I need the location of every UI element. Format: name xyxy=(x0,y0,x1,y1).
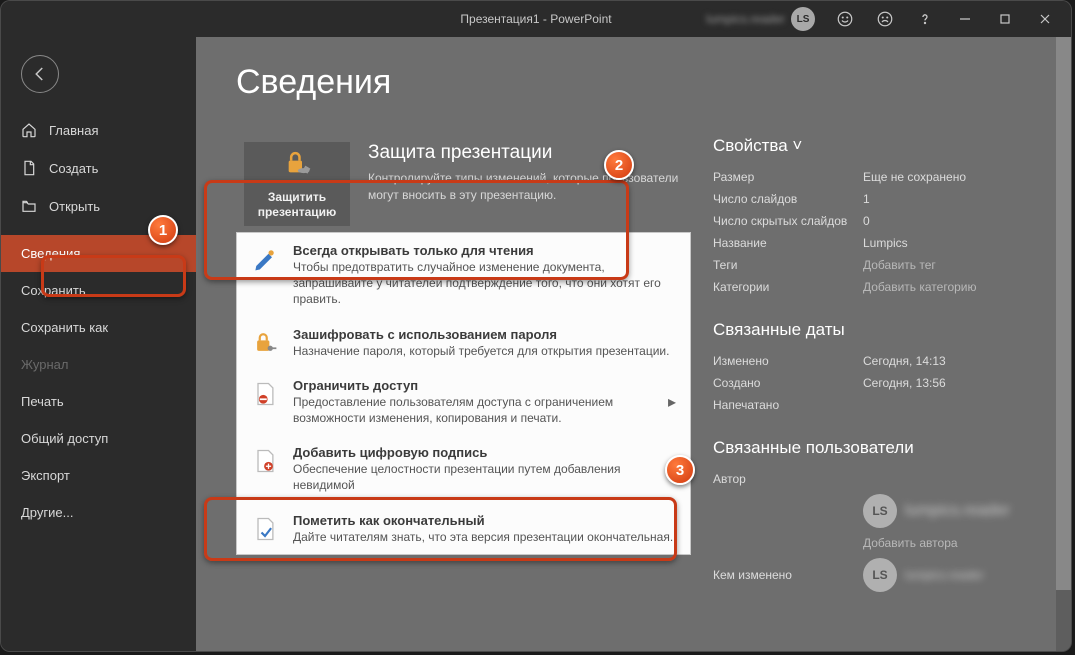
author-avatar: LS xyxy=(863,558,897,592)
prop-categories[interactable]: КатегорииДобавить категорию xyxy=(713,276,1031,298)
maximize-icon[interactable] xyxy=(985,1,1025,37)
scrollbar[interactable] xyxy=(1056,37,1071,651)
protect-button-label: Защитить презентацию xyxy=(244,190,350,219)
chevron-right-icon: ▸ xyxy=(668,392,676,412)
close-icon[interactable] xyxy=(1025,1,1065,37)
nav-history: Журнал xyxy=(1,346,196,383)
frown-icon[interactable] xyxy=(865,1,905,37)
nav-share[interactable]: Общий доступ xyxy=(1,420,196,457)
menu-title: Пометить как окончательный xyxy=(293,513,676,528)
author-name: lumpics.reader xyxy=(905,502,1010,520)
nav-new[interactable]: Создать xyxy=(1,149,196,187)
prop-size: РазмерЕще не сохранено xyxy=(713,166,1031,188)
file-icon xyxy=(21,160,37,176)
nav-label: Открыть xyxy=(49,199,100,214)
mark-final-icon xyxy=(249,513,281,545)
user-avatar[interactable]: LS xyxy=(791,7,815,31)
menu-mark-as-final[interactable]: Пометить как окончательныйДайте читателя… xyxy=(237,503,690,554)
title-bar: Презентация1 - PowerPoint lumpics.reader… xyxy=(1,1,1071,37)
minimize-icon[interactable] xyxy=(945,1,985,37)
nav-label: Сохранить xyxy=(21,283,86,298)
menu-title: Зашифровать с использованием пароля xyxy=(293,327,676,342)
page-title: Сведения xyxy=(236,63,1031,102)
backstage-sidebar: Главная Создать Открыть Сведения Сохрани… xyxy=(1,37,196,651)
prop-hidden-slides: Число скрытых слайдов0 xyxy=(713,210,1031,232)
signature-icon xyxy=(249,445,281,477)
prop-modified: ИзмененоСегодня, 14:13 xyxy=(713,350,1031,372)
author-avatar: LS xyxy=(863,494,897,528)
protect-menu: Всегда открывать только для чтенияЧтобы … xyxy=(236,232,691,555)
nav-label: Создать xyxy=(49,161,98,176)
user-name: lumpics.reader xyxy=(706,12,785,26)
nav-print[interactable]: Печать xyxy=(1,383,196,420)
menu-title: Всегда открывать только для чтения xyxy=(293,243,676,258)
folder-open-icon xyxy=(21,198,37,214)
protect-tile: Защитить презентацию Защита презентации … xyxy=(236,132,691,236)
properties-heading[interactable]: Свойства ˅ xyxy=(713,136,1031,156)
add-author[interactable]: Добавить автора xyxy=(713,532,1031,554)
nav-home[interactable]: Главная xyxy=(1,111,196,149)
nav-more[interactable]: Другие... xyxy=(1,494,196,531)
lock-icon xyxy=(280,149,314,184)
nav-label: Печать xyxy=(21,394,64,409)
people-heading: Связанные пользователи xyxy=(713,438,1031,458)
dates-heading: Связанные даты xyxy=(713,320,1031,340)
menu-desc: Назначение пароля, который требуется для… xyxy=(293,343,676,359)
nav-label: Сведения xyxy=(21,246,80,261)
prop-printed: Напечатано xyxy=(713,394,1031,416)
help-icon[interactable] xyxy=(905,1,945,37)
smile-icon[interactable] xyxy=(825,1,865,37)
author-name: lumpics.reader xyxy=(905,568,984,582)
restrict-icon xyxy=(249,378,281,410)
menu-encrypt-password[interactable]: Зашифровать с использованием пароляНазна… xyxy=(237,317,690,368)
nav-info[interactable]: Сведения xyxy=(1,235,196,272)
lock-key-icon xyxy=(249,327,281,359)
nav-export[interactable]: Экспорт xyxy=(1,457,196,494)
menu-add-signature[interactable]: Добавить цифровую подписьОбеспечение цел… xyxy=(237,435,690,502)
prop-modified-by: Кем измененоLSlumpics.reader xyxy=(713,554,1031,596)
menu-open-readonly[interactable]: Всегда открывать только для чтенияЧтобы … xyxy=(237,233,690,317)
prop-title[interactable]: НазваниеLumpics xyxy=(713,232,1031,254)
back-button[interactable] xyxy=(21,55,59,93)
menu-desc: Обеспечение целостности презентации путе… xyxy=(293,461,676,493)
nav-label: Журнал xyxy=(21,357,68,372)
nav-label: Общий доступ xyxy=(21,431,108,446)
home-icon xyxy=(21,122,37,138)
properties-panel: Свойства ˅ РазмерЕще не сохранено Число … xyxy=(713,132,1031,596)
menu-desc: Чтобы предотвратить случайное изменение … xyxy=(293,259,676,308)
content-pane: Сведения Защитить презентацию Защита пре… xyxy=(196,37,1071,651)
menu-restrict-access[interactable]: Ограничить доступПредоставление пользова… xyxy=(237,368,690,435)
menu-desc: Дайте читателям знать, что эта версия пр… xyxy=(293,529,676,545)
nav-label: Другие... xyxy=(21,505,73,520)
prop-author: Автор xyxy=(713,468,1031,490)
protect-title: Защита презентации xyxy=(368,142,679,164)
nav-label: Сохранить как xyxy=(21,320,108,335)
prop-slides: Число слайдов1 xyxy=(713,188,1031,210)
nav-saveas[interactable]: Сохранить как xyxy=(1,309,196,346)
nav-label: Экспорт xyxy=(21,468,70,483)
protect-desc: Контролируйте типы изменений, которые по… xyxy=(368,170,679,204)
prop-tags[interactable]: ТегиДобавить тег xyxy=(713,254,1031,276)
menu-title: Ограничить доступ xyxy=(293,378,656,393)
pencil-readonly-icon xyxy=(249,243,281,275)
prop-created: СозданоСегодня, 13:56 xyxy=(713,372,1031,394)
menu-desc: Предоставление пользователям доступа с о… xyxy=(293,394,656,426)
nav-save[interactable]: Сохранить xyxy=(1,272,196,309)
nav-open[interactable]: Открыть xyxy=(1,187,196,225)
menu-title: Добавить цифровую подпись xyxy=(293,445,676,460)
protect-presentation-button[interactable]: Защитить презентацию xyxy=(244,142,350,226)
author-row[interactable]: LS lumpics.reader xyxy=(713,490,1031,532)
nav-label: Главная xyxy=(49,123,98,138)
window-title: Презентация1 - PowerPoint xyxy=(460,12,611,26)
